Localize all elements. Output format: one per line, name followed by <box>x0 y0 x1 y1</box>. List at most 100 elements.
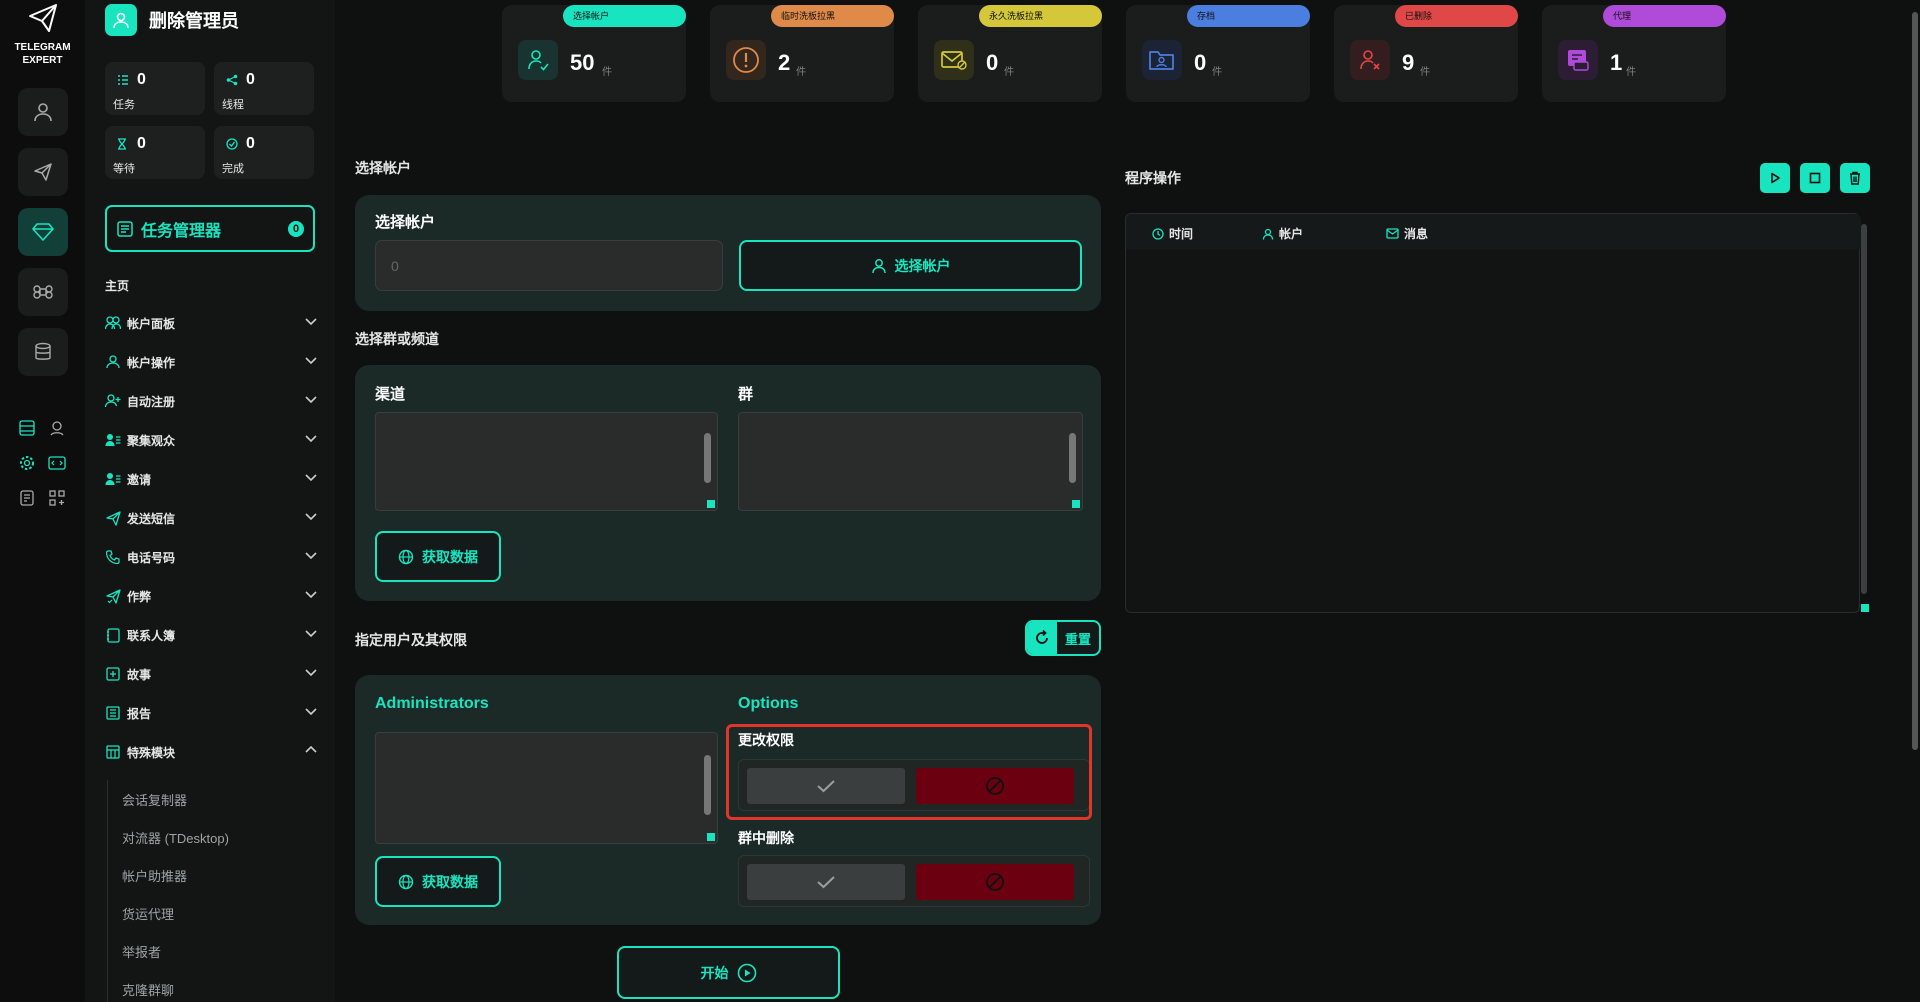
stat-value: 0 <box>137 135 146 152</box>
submenu-item[interactable]: 帐户助推器 <box>122 866 187 885</box>
rail-database-button[interactable] <box>18 328 68 376</box>
nav-label: 联系人簿 <box>127 628 176 643</box>
chevron-down-icon <box>305 628 317 638</box>
chevron-up-icon <box>305 745 317 755</box>
nav-item-stories[interactable]: 故事 <box>105 662 317 686</box>
nav-item-invite[interactable]: 邀请 <box>105 467 317 491</box>
list-icon <box>117 74 129 86</box>
nav-item-phone-numbers[interactable]: 电话号码 <box>105 545 317 569</box>
rail-grid-icon[interactable] <box>47 488 67 508</box>
log-col-message[interactable]: 消息 <box>1386 225 1428 242</box>
stat-card-tasks: 0 任务 <box>105 62 205 115</box>
chevron-down-icon <box>305 316 317 326</box>
channel-panel: 渠道 群 获取数据 <box>355 365 1101 601</box>
rail-settings-icon[interactable] <box>17 453 37 473</box>
select-account-button[interactable]: 选择帐户 <box>739 240 1082 291</box>
nav-item-cheat[interactable]: 作弊 <box>105 584 317 608</box>
page-scrollbar-thumb[interactable] <box>1912 12 1918 750</box>
account-count-input[interactable]: 0 <box>375 240 723 291</box>
submenu-item[interactable]: 克隆群聊 <box>122 980 174 999</box>
page-scrollbar[interactable] <box>1909 0 1920 1002</box>
nav-label: 报告 <box>127 706 152 721</box>
submenu-item[interactable]: 举报者 <box>122 942 161 961</box>
user-x-icon <box>1350 40 1390 80</box>
submenu-item[interactable]: 会话复制器 <box>122 790 187 809</box>
telegram-logo-icon <box>27 2 59 34</box>
play-circle-icon <box>737 963 757 983</box>
fetch-data-button[interactable]: 获取数据 <box>375 531 501 582</box>
scrollbar[interactable] <box>1069 433 1076 483</box>
stat-label: 线程 <box>222 99 244 111</box>
task-manager-label: 任务管理器 <box>141 222 222 240</box>
stat-unit: 件 <box>1004 67 1014 78</box>
rail-storage-icon[interactable] <box>17 418 37 438</box>
stat-card-proxy: 代理 1 件 <box>1542 5 1726 102</box>
log-scrollbar[interactable] <box>1861 224 1867 594</box>
stat-value: 0 <box>246 135 255 152</box>
nav-item-account-panel[interactable]: 帐户面板 <box>105 311 317 335</box>
send-check-icon <box>105 588 121 604</box>
channel-section-heading: 选择群或频道 <box>355 331 439 347</box>
resize-grip[interactable] <box>707 500 715 508</box>
task-manager-button[interactable]: 任务管理器 0 <box>105 205 315 252</box>
resize-grip[interactable] <box>707 833 715 841</box>
stat-card-temp-ban: 临时洗板拉黑 2 件 <box>710 5 894 102</box>
stat-card-waiting: 0 等待 <box>105 126 205 179</box>
nav-label: 自动注册 <box>127 394 176 409</box>
channel-label: 渠道 <box>375 386 406 403</box>
log-col-account[interactable]: 帐户 <box>1262 225 1303 242</box>
task-count-badge: 0 <box>288 221 304 237</box>
trash-icon <box>1849 171 1861 185</box>
allow-button[interactable] <box>747 864 905 900</box>
clear-log-button[interactable] <box>1840 163 1870 193</box>
nav-label: 帐户操作 <box>127 355 176 370</box>
start-button[interactable]: 开始 <box>617 946 840 999</box>
nav-item-contacts[interactable]: 联系人簿 <box>105 623 317 647</box>
program-heading: 程序操作 <box>1125 170 1181 186</box>
rights-section-heading: 指定用户及其权限 <box>355 632 467 648</box>
rail-premium-button[interactable] <box>18 208 68 256</box>
group-textarea[interactable] <box>738 412 1083 511</box>
submenu-item[interactable]: 货运代理 <box>122 904 174 923</box>
report-icon <box>105 705 121 721</box>
nav-item-special-modules[interactable]: 特殊模块 <box>105 740 317 764</box>
scrollbar[interactable] <box>704 433 711 483</box>
user-plus-icon <box>105 393 121 409</box>
scrollbar[interactable] <box>704 755 711 815</box>
nav-item-send-sms[interactable]: 发送短信 <box>105 506 317 530</box>
warning-circle-icon <box>726 40 766 80</box>
rail-code-icon[interactable] <box>47 453 67 473</box>
chevron-down-icon <box>305 589 317 599</box>
nav-label: 邀请 <box>127 472 152 487</box>
fetch-admins-button[interactable]: 获取数据 <box>375 856 501 907</box>
nav-item-gather-audience[interactable]: 聚集观众 <box>105 428 317 452</box>
rail-command-button[interactable] <box>18 268 68 316</box>
nav-item-account-ops[interactable]: 帐户操作 <box>105 350 317 374</box>
refresh-icon <box>1027 622 1057 654</box>
deny-button[interactable] <box>916 864 1074 900</box>
reset-button[interactable]: 重置 <box>1025 620 1101 656</box>
chevron-down-icon <box>305 706 317 716</box>
stat-value: 50 <box>570 50 595 75</box>
logo-text-line2: EXPERT <box>22 55 63 66</box>
rail-location-icon[interactable] <box>47 418 67 438</box>
phone-icon <box>105 549 121 565</box>
rail-accounts-button[interactable] <box>18 88 68 136</box>
stop-button[interactable] <box>1800 163 1830 193</box>
administrators-textarea[interactable] <box>375 732 718 844</box>
nav-item-auto-register[interactable]: 自动注册 <box>105 389 317 413</box>
reset-label: 重置 <box>1064 631 1091 647</box>
nav-label: 帐户面板 <box>127 316 176 331</box>
nav-label: 聚集观众 <box>127 433 176 448</box>
submenu-item[interactable]: 对流器 (TDesktop) <box>122 828 229 847</box>
rail-send-button[interactable] <box>18 148 68 196</box>
channel-textarea[interactable] <box>375 412 718 511</box>
resize-grip[interactable] <box>1072 500 1080 508</box>
log-col-time[interactable]: 时间 <box>1152 225 1193 242</box>
rail-notes-icon[interactable] <box>17 488 37 508</box>
module-title-text: 删除管理员 <box>149 11 239 31</box>
nav-item-reports[interactable]: 报告 <box>105 701 317 725</box>
play-button[interactable] <box>1760 163 1790 193</box>
fetch-data-label: 获取数据 <box>422 548 478 565</box>
log-resize-grip[interactable] <box>1861 604 1869 612</box>
